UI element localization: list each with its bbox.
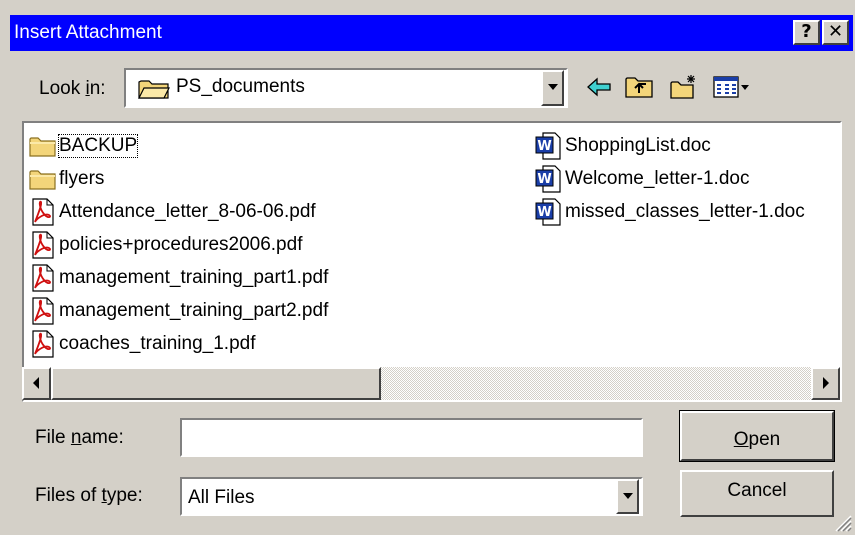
look-in-dropdown[interactable]: PS_documents — [124, 68, 568, 108]
doc-icon: W — [535, 132, 562, 160]
file-name: coaches_training_1.pdf — [59, 333, 256, 354]
horizontal-scrollbar[interactable] — [22, 367, 840, 400]
look-in-label: Look in: — [39, 78, 106, 99]
new-folder-icon[interactable] — [669, 73, 699, 101]
title-bar[interactable]: Insert Attachment ? ✕ — [10, 15, 853, 51]
file-name-label: File name: — [35, 427, 124, 448]
file-name: management_training_part1.pdf — [59, 267, 329, 288]
look-in-value: PS_documents — [176, 76, 305, 97]
folder-icon — [138, 80, 170, 99]
svg-text:W: W — [537, 172, 551, 187]
close-button[interactable]: ✕ — [822, 20, 849, 45]
doc-icon: W — [535, 165, 562, 193]
folder-icon — [29, 165, 56, 193]
arrow-left-icon — [33, 377, 39, 389]
chevron-down-icon — [623, 493, 633, 499]
arrow-right-icon — [823, 377, 829, 389]
window-title: Insert Attachment — [14, 22, 162, 43]
files-of-type-value: All Files — [188, 487, 255, 508]
file-name: missed_classes_letter-1.doc — [565, 201, 805, 222]
cancel-button[interactable]: Cancel — [680, 470, 834, 517]
file-name: Welcome_letter-1.doc — [565, 168, 750, 189]
pdf-icon — [29, 231, 56, 259]
pdf-icon — [29, 297, 56, 325]
files-of-type-dropdown-button[interactable] — [616, 479, 639, 514]
files-of-type-dropdown[interactable]: All Files — [180, 477, 643, 516]
svg-text:W: W — [537, 139, 551, 154]
scrollbar-thumb[interactable] — [51, 367, 381, 400]
pdf-icon — [29, 198, 56, 226]
help-button[interactable]: ? — [793, 20, 820, 45]
files-of-type-label: Files of type: — [35, 485, 143, 506]
back-arrow-icon[interactable] — [584, 73, 614, 101]
scroll-right-button[interactable] — [811, 367, 840, 400]
open-button[interactable]: Open — [679, 410, 835, 462]
chevron-down-icon — [548, 84, 558, 90]
file-name: management_training_part2.pdf — [59, 300, 329, 321]
up-folder-icon[interactable] — [624, 73, 654, 101]
pdf-icon — [29, 264, 56, 292]
view-menu-icon[interactable] — [712, 73, 752, 101]
file-name-input[interactable] — [180, 418, 643, 457]
scroll-left-button[interactable] — [22, 367, 51, 400]
file-name: flyers — [59, 168, 105, 189]
file-name: Attendance_letter_8-06-06.pdf — [59, 201, 316, 222]
file-list[interactable]: BACKUP flyers Attendance_letter_8-06-06.pd… — [22, 121, 842, 402]
svg-text:W: W — [537, 205, 551, 220]
doc-icon: W — [535, 198, 562, 226]
file-name: policies+procedures2006.pdf — [59, 234, 303, 255]
resize-grip-icon[interactable] — [832, 512, 852, 532]
look-in-dropdown-button[interactable] — [541, 70, 564, 106]
file-name: ShoppingList.doc — [565, 135, 711, 156]
pdf-icon — [29, 330, 56, 358]
folder-icon — [29, 132, 56, 160]
insert-attachment-dialog: Insert Attachment ? ✕ Look in: PS_docume… — [0, 0, 855, 535]
file-name: BACKUP — [57, 134, 139, 158]
